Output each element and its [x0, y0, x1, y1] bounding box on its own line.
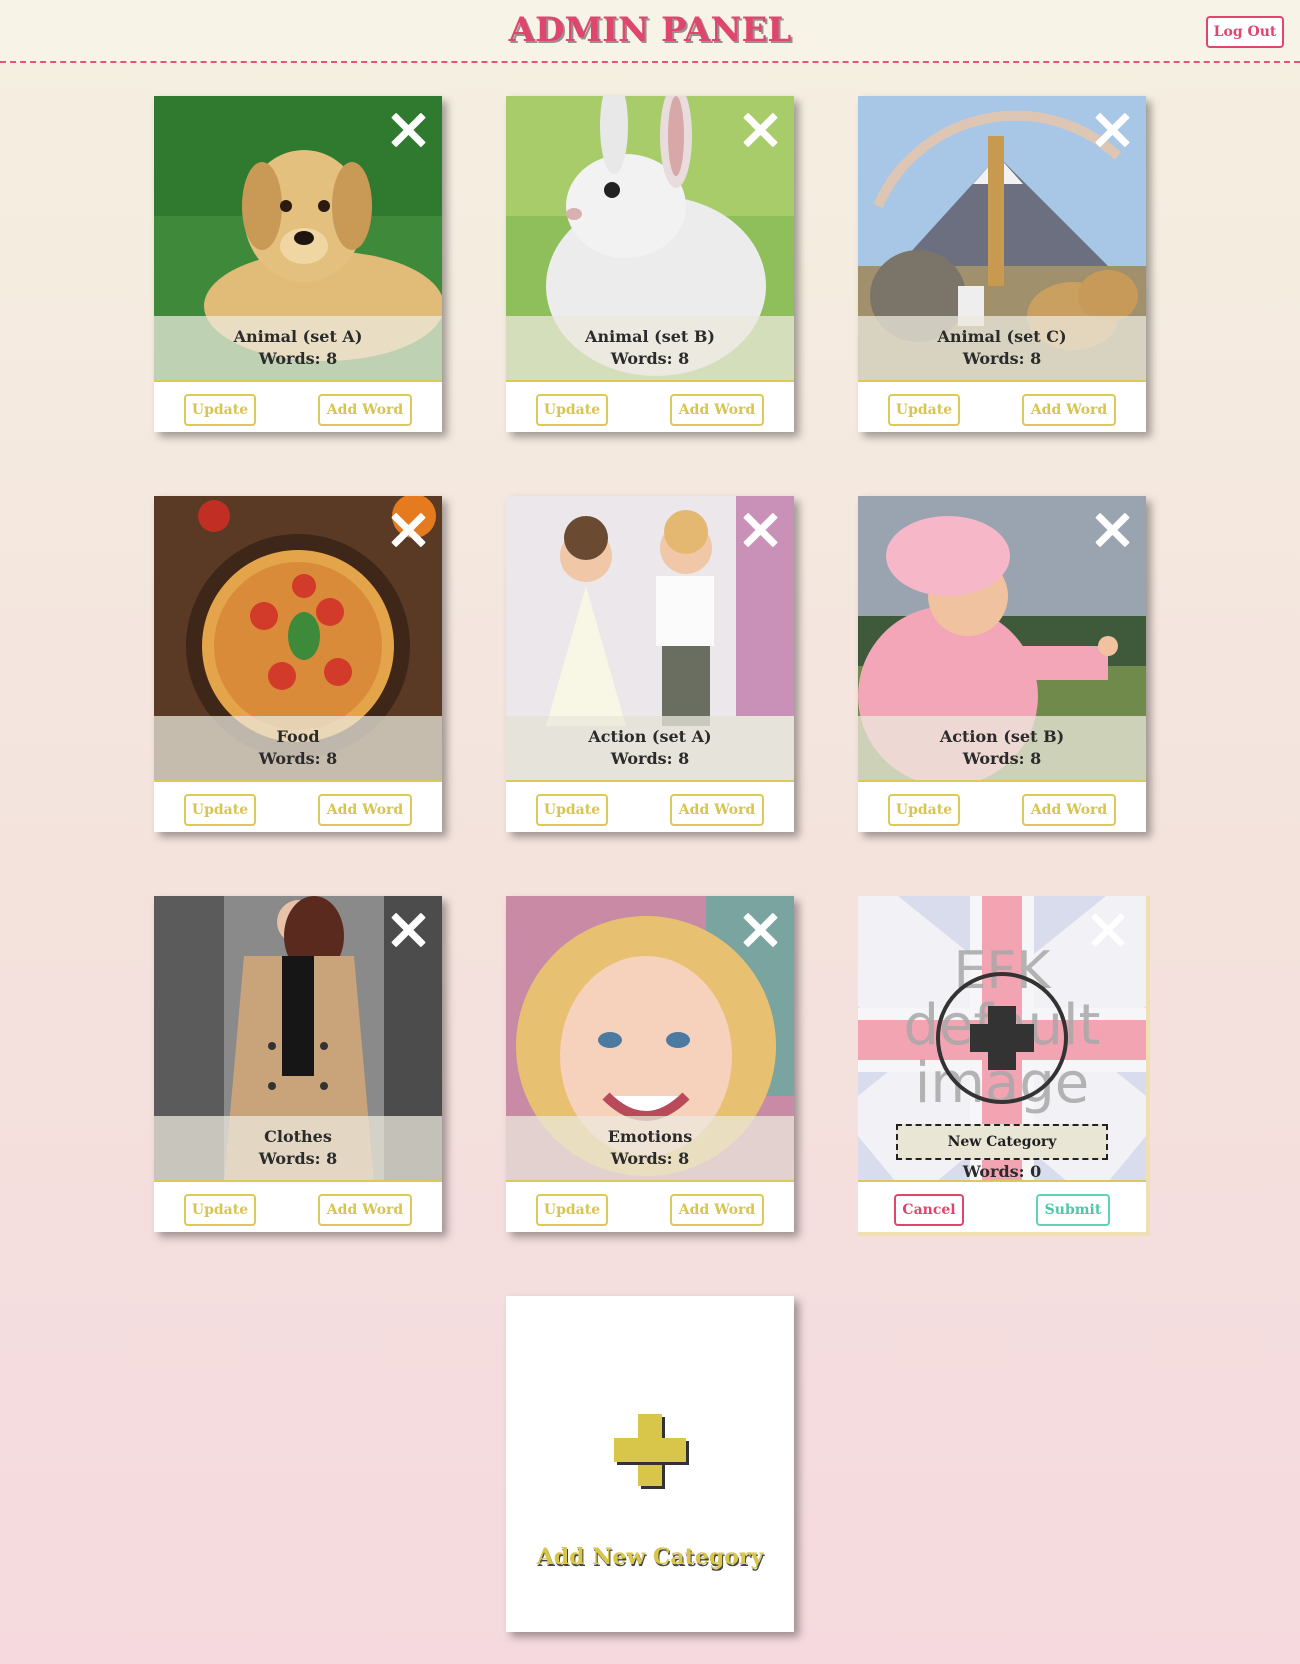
add-word-button[interactable]: Add Word: [670, 794, 764, 826]
card-actions: Update Add Word: [154, 1184, 442, 1232]
category-word-count: Words: 8: [610, 1149, 690, 1168]
add-word-button[interactable]: Add Word: [1022, 794, 1116, 826]
category-image: Action (set B) Words: 8: [858, 496, 1146, 782]
category-name: Animal (set B): [585, 327, 715, 346]
category-caption: Clothes Words: 8: [154, 1116, 442, 1180]
update-button[interactable]: Update: [536, 394, 608, 426]
card-actions: Update Add Word: [154, 384, 442, 432]
delete-category-icon[interactable]: [1094, 112, 1130, 148]
header: ADMIN PANEL Log Out: [0, 0, 1300, 63]
category-caption: Animal (set A) Words: 8: [154, 316, 442, 380]
category-caption: Animal (set B) Words: 8: [506, 316, 794, 380]
update-button[interactable]: Update: [184, 394, 256, 426]
category-card: Action (set A) Words: 8 Update Add Word: [506, 496, 794, 832]
update-button[interactable]: Update: [536, 1194, 608, 1226]
card-actions: Update Add Word: [506, 784, 794, 832]
delete-category-icon[interactable]: [390, 112, 426, 148]
category-word-count: Words: 8: [962, 349, 1042, 368]
category-card: Food Words: 8 Update Add Word: [154, 496, 442, 832]
category-name: Food: [276, 727, 320, 746]
card-actions: Update Add Word: [858, 384, 1146, 432]
category-image: Action (set A) Words: 8: [506, 496, 794, 782]
delete-category-icon[interactable]: [390, 912, 426, 948]
category-image: Animal (set A) Words: 8: [154, 96, 442, 382]
category-word-count: Words: 8: [962, 749, 1042, 768]
close-form-icon[interactable]: [1090, 912, 1126, 948]
category-image: Food Words: 8: [154, 496, 442, 782]
category-card: Action (set B) Words: 8 Update Add Word: [858, 496, 1146, 832]
update-button[interactable]: Update: [536, 794, 608, 826]
card-actions: Update Add Word: [154, 784, 442, 832]
category-name: Animal (set C): [937, 327, 1067, 346]
cancel-button[interactable]: Cancel: [894, 1194, 964, 1226]
category-image: Animal (set C) Words: 8: [858, 96, 1146, 382]
card-actions: Update Add Word: [506, 1184, 794, 1232]
new-category-card: EFK default image New Category Words: 0 …: [858, 896, 1150, 1236]
category-card: Animal (set C) Words: 8 Update Add Word: [858, 96, 1146, 432]
category-card: Clothes Words: 8 Update Add Word: [154, 896, 442, 1232]
logout-button[interactable]: Log Out: [1206, 16, 1284, 48]
category-card: Animal (set A) Words: 8 Update Add Word: [154, 96, 442, 432]
delete-category-icon[interactable]: [390, 512, 426, 548]
plus-icon: [614, 1414, 686, 1486]
category-image: Emotions Words: 8: [506, 896, 794, 1182]
card-actions: Update Add Word: [858, 784, 1146, 832]
add-word-button[interactable]: Add Word: [670, 394, 764, 426]
submit-button[interactable]: Submit: [1036, 1194, 1110, 1226]
update-button[interactable]: Update: [184, 794, 256, 826]
card-actions: Update Add Word: [506, 384, 794, 432]
add-new-category-card[interactable]: Add New Category: [506, 1296, 794, 1632]
category-name: Animal (set A): [233, 327, 363, 346]
update-button[interactable]: Update: [184, 1194, 256, 1226]
category-caption: Food Words: 8: [154, 716, 442, 780]
category-caption: Action (set A) Words: 8: [506, 716, 794, 780]
category-name: Clothes: [264, 1127, 332, 1146]
delete-category-icon[interactable]: [1094, 512, 1130, 548]
update-button[interactable]: Update: [888, 394, 960, 426]
new-category-word-count: Words: 0: [962, 1162, 1042, 1181]
category-word-count: Words: 8: [258, 1149, 338, 1168]
delete-category-icon[interactable]: [742, 912, 778, 948]
category-image: Clothes Words: 8: [154, 896, 442, 1182]
delete-category-icon[interactable]: [742, 512, 778, 548]
category-name: Action (set B): [939, 727, 1065, 746]
add-word-button[interactable]: Add Word: [318, 394, 412, 426]
category-caption: Action (set B) Words: 8: [858, 716, 1146, 780]
add-new-category-label: Add New Category: [536, 1544, 764, 1570]
category-word-count: Words: 8: [258, 349, 338, 368]
category-word-count: Words: 8: [610, 749, 690, 768]
delete-category-icon[interactable]: [742, 112, 778, 148]
category-word-count: Words: 8: [258, 749, 338, 768]
add-word-button[interactable]: Add Word: [318, 1194, 412, 1226]
page-title: ADMIN PANEL: [508, 10, 792, 50]
add-word-button[interactable]: Add Word: [670, 1194, 764, 1226]
category-name-input[interactable]: New Category: [896, 1124, 1108, 1160]
category-card: Emotions Words: 8 Update Add Word: [506, 896, 794, 1232]
update-button[interactable]: Update: [888, 794, 960, 826]
category-caption: Emotions Words: 8: [506, 1116, 794, 1180]
category-name: Action (set A): [588, 727, 712, 746]
category-image: Animal (set B) Words: 8: [506, 96, 794, 382]
category-caption: Animal (set C) Words: 8: [858, 316, 1146, 380]
add-image-icon[interactable]: [936, 972, 1068, 1104]
category-name: Emotions: [607, 1127, 693, 1146]
category-word-count: Words: 8: [610, 349, 690, 368]
category-card: Animal (set B) Words: 8 Update Add Word: [506, 96, 794, 432]
add-word-button[interactable]: Add Word: [318, 794, 412, 826]
add-word-button[interactable]: Add Word: [1022, 394, 1116, 426]
